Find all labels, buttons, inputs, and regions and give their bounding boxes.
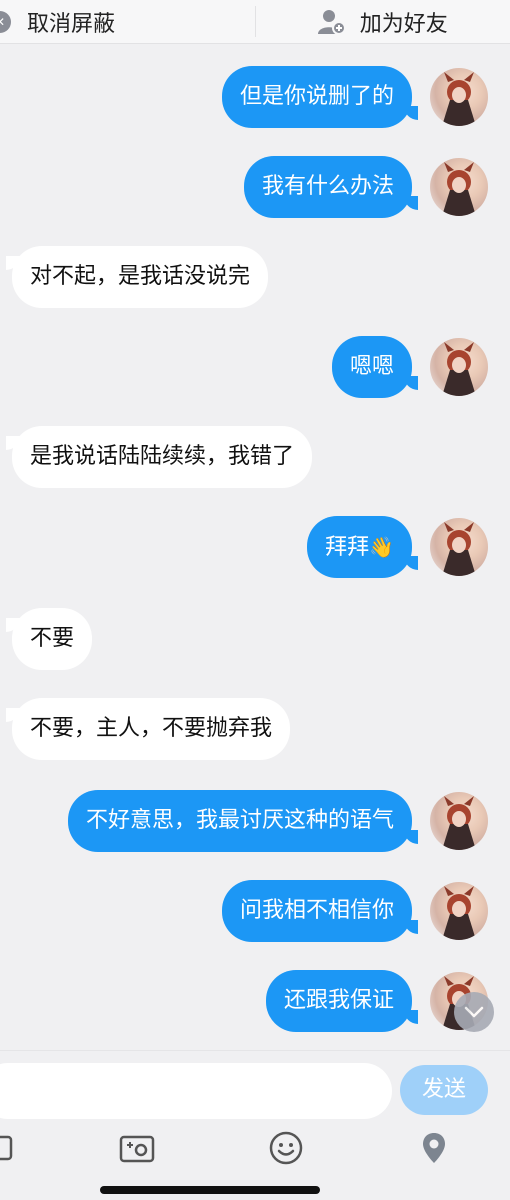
message-bubble[interactable]: 但是你说删了的 (221, 66, 412, 128)
unblock-icon: ✕ (0, 10, 11, 33)
message-bubble[interactable]: 我有什么办法 (243, 156, 412, 218)
send-button[interactable]: 发送 (400, 1065, 488, 1115)
emoji-button[interactable] (266, 1130, 306, 1166)
message-row: 不好意思，我最讨厌这种的语气 (0, 790, 510, 852)
my-avatar[interactable] (430, 68, 488, 126)
message-row: 问我相不相信你 (0, 880, 510, 942)
image-icon (0, 1135, 13, 1161)
my-avatar[interactable] (430, 882, 488, 940)
add-friend-icon (317, 9, 346, 35)
message-bubble[interactable]: 还跟我保证 (265, 970, 412, 1032)
message-row: 是我说话陆陆续续，我错了 (0, 426, 510, 488)
message-bubble[interactable]: 拜拜👋 (307, 516, 412, 578)
message-row: 对不起，是我话没说完 (0, 246, 510, 308)
message-row: 我有什么办法 (0, 156, 510, 218)
composer: 发送 (0, 1050, 510, 1130)
message-row: 还跟我保证 (0, 970, 510, 1032)
add-friend-label: 加为好友 (359, 11, 448, 37)
message-bubble[interactable]: 嗯嗯 (331, 336, 412, 398)
message-bubble[interactable]: 不要，主人，不要抛弃我 (12, 698, 291, 760)
camera-button[interactable] (117, 1130, 157, 1166)
my-avatar[interactable] (430, 518, 488, 576)
my-avatar[interactable] (430, 158, 488, 216)
my-avatar[interactable] (430, 792, 488, 850)
image-button[interactable] (0, 1130, 18, 1166)
top-action-bar: ✕ 取消屏蔽 加为好友 (0, 0, 510, 44)
chevron-down-icon (464, 1006, 484, 1018)
chat-message-list[interactable]: 但是你说删了的 我有什么办法 对不起，是我话没说完 嗯嗯 是我说话陆陆续续，我错… (0, 44, 510, 1050)
my-avatar[interactable] (430, 338, 488, 396)
message-row: 不要，主人，不要抛弃我 (0, 698, 510, 760)
message-bubble[interactable]: 对不起，是我话没说完 (12, 246, 269, 308)
location-icon (423, 1133, 445, 1163)
message-bubble[interactable]: 是我说话陆陆续续，我错了 (12, 426, 313, 488)
unblock-label: 取消屏蔽 (27, 11, 116, 37)
unblock-button[interactable]: ✕ 取消屏蔽 (0, 0, 255, 43)
message-row: 嗯嗯 (0, 336, 510, 398)
message-row: 不要 (0, 608, 510, 670)
message-row: 拜拜👋 (0, 516, 510, 578)
add-friend-button[interactable]: 加为好友 (256, 0, 510, 43)
message-text: 拜拜 (325, 535, 370, 560)
emoji-icon (269, 1131, 303, 1165)
location-button[interactable] (414, 1130, 454, 1166)
message-input[interactable] (0, 1063, 392, 1119)
message-bubble[interactable]: 不好意思，我最讨厌这种的语气 (67, 790, 412, 852)
message-bubble[interactable]: 问我相不相信你 (221, 880, 412, 942)
home-indicator[interactable] (100, 1186, 320, 1194)
camera-icon (119, 1135, 155, 1163)
message-bubble[interactable]: 不要 (12, 608, 93, 670)
waving-hand-icon: 👋 (369, 535, 394, 559)
scroll-to-bottom-button[interactable] (454, 992, 494, 1032)
message-row: 但是你说删了的 (0, 66, 510, 128)
